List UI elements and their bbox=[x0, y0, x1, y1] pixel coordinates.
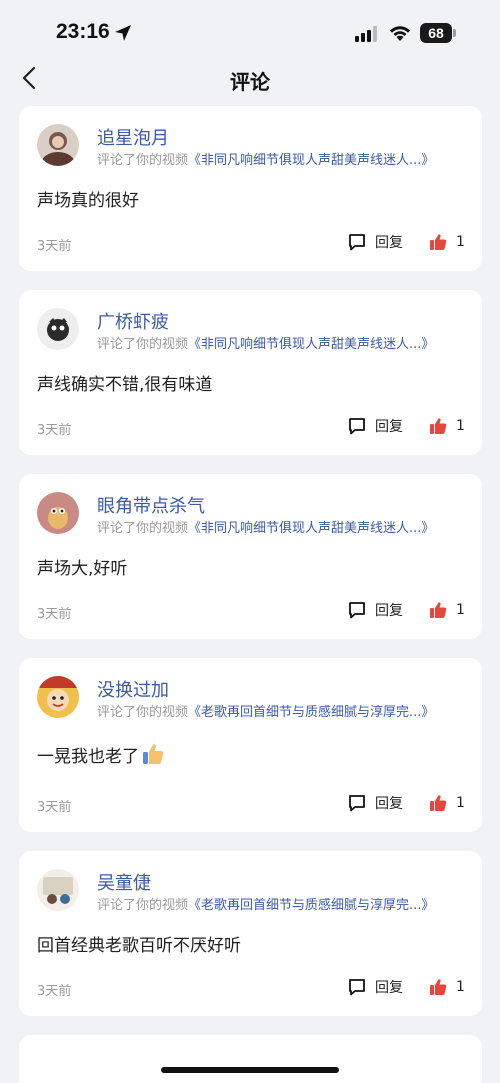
like-count: 1 bbox=[456, 795, 465, 811]
reply-bubble-icon bbox=[349, 418, 365, 435]
comment-meta: 评论了你的视频《老歌再回首细节与质感细腻与淳厚完...》 bbox=[97, 894, 477, 913]
comment-meta: 评论了你的视频《非同凡响细节俱现人声甜美声线迷人...》 bbox=[97, 333, 477, 352]
thumbs-up-icon bbox=[430, 795, 447, 811]
like-count: 1 bbox=[456, 602, 465, 618]
battery-level: 68 bbox=[420, 23, 452, 43]
location-arrow-icon bbox=[115, 25, 131, 41]
comment-text: 声场大,好听 bbox=[37, 559, 128, 579]
status-time: 23:16 bbox=[56, 20, 110, 43]
avatar[interactable] bbox=[37, 308, 79, 350]
comment-time: 3天前 bbox=[37, 800, 72, 815]
avatar[interactable] bbox=[37, 492, 79, 534]
thumbs-up-emoji-icon bbox=[143, 744, 164, 764]
reply-bubble-icon bbox=[349, 795, 365, 812]
comment-text: 声线确实不错,很有味道 bbox=[37, 375, 213, 395]
comment-action: 评论了你的视频 bbox=[97, 521, 189, 536]
reply-bubble-icon bbox=[349, 234, 365, 251]
battery-icon: 68 bbox=[420, 23, 456, 43]
reply-bubble-icon bbox=[349, 979, 365, 996]
comment-card: 广桥虾疲 评论了你的视频《非同凡响细节俱现人声甜美声线迷人...》 声线确实不错… bbox=[19, 290, 482, 455]
reply-bubble-icon bbox=[349, 602, 365, 619]
video-link[interactable]: 《非同凡响细节俱现人声甜美声线迷人...》 bbox=[188, 521, 434, 536]
comment-action: 评论了你的视频 bbox=[97, 337, 189, 352]
thumbs-up-icon bbox=[430, 979, 447, 995]
comment-card: 没换过加 评论了你的视频《老歌再回首细节与质感细腻与淳厚完...》 一晃我也老了… bbox=[19, 658, 482, 832]
comment-time: 3天前 bbox=[37, 239, 72, 254]
reply-label: 回复 bbox=[375, 796, 403, 812]
like-button[interactable]: 1 bbox=[429, 414, 465, 438]
reply-label: 回复 bbox=[375, 603, 403, 619]
reply-label: 回复 bbox=[375, 419, 403, 435]
status-bar: 23:16 68 bbox=[0, 0, 500, 64]
like-count: 1 bbox=[456, 979, 465, 995]
user-name[interactable]: 吴童倢 bbox=[97, 869, 151, 895]
comment-meta: 评论了你的视频《老歌再回首细节与质感细腻与淳厚完...》 bbox=[97, 701, 477, 720]
reply-label: 回复 bbox=[375, 980, 403, 996]
thumbs-up-icon bbox=[430, 602, 447, 618]
comment-time: 3天前 bbox=[37, 423, 72, 438]
thumbs-up-icon bbox=[430, 234, 447, 250]
comment-card: 眼角带点杀气 评论了你的视频《非同凡响细节俱现人声甜美声线迷人...》 声场大,… bbox=[19, 474, 482, 639]
signal-icon bbox=[355, 26, 377, 42]
like-count: 1 bbox=[456, 234, 465, 250]
reply-button[interactable]: 回复 bbox=[347, 791, 403, 815]
like-button[interactable]: 1 bbox=[429, 230, 465, 254]
comment-text: 声场真的很好 bbox=[37, 191, 139, 211]
comment-time: 3天前 bbox=[37, 984, 72, 999]
video-link[interactable]: 《老歌再回首细节与质感细腻与淳厚完...》 bbox=[188, 898, 434, 913]
page-title: 评论 bbox=[230, 70, 270, 94]
comment-time: 3天前 bbox=[37, 607, 72, 622]
like-button[interactable]: 1 bbox=[429, 791, 465, 815]
comment-text: 一晃我也老了 bbox=[37, 742, 165, 767]
user-name[interactable]: 眼角带点杀气 bbox=[97, 492, 205, 518]
home-indicator[interactable] bbox=[161, 1067, 339, 1073]
video-link[interactable]: 《老歌再回首细节与质感细腻与淳厚完...》 bbox=[188, 705, 434, 720]
comment-meta: 评论了你的视频《非同凡响细节俱现人声甜美声线迷人...》 bbox=[97, 149, 477, 168]
avatar[interactable] bbox=[37, 676, 79, 718]
comment-text: 回首经典老歌百听不厌好听 bbox=[37, 936, 241, 956]
like-button[interactable]: 1 bbox=[429, 975, 465, 999]
back-button[interactable] bbox=[18, 64, 42, 92]
user-name[interactable]: 没换过加 bbox=[97, 676, 169, 702]
comment-card: 追星泡月 评论了你的视频《非同凡响细节俱现人声甜美声线迷人...》 声场真的很好… bbox=[19, 106, 482, 271]
comment-list: 追星泡月 评论了你的视频《非同凡响细节俱现人声甜美声线迷人...》 声场真的很好… bbox=[19, 106, 482, 1083]
user-name[interactable]: 追星泡月 bbox=[97, 124, 169, 150]
comment-action: 评论了你的视频 bbox=[97, 153, 189, 168]
comment-card-partial bbox=[19, 1035, 482, 1083]
user-name[interactable]: 广桥虾疲 bbox=[97, 308, 169, 334]
reply-button[interactable]: 回复 bbox=[347, 414, 403, 438]
wifi-icon bbox=[390, 26, 410, 41]
avatar[interactable] bbox=[37, 124, 79, 166]
video-link[interactable]: 《非同凡响细节俱现人声甜美声线迷人...》 bbox=[188, 337, 434, 352]
like-button[interactable]: 1 bbox=[429, 598, 465, 622]
thumbs-up-icon bbox=[430, 418, 447, 434]
comment-text-body: 一晃我也老了 bbox=[37, 747, 139, 767]
video-link[interactable]: 《非同凡响细节俱现人声甜美声线迷人...》 bbox=[188, 153, 434, 168]
like-count: 1 bbox=[456, 418, 465, 434]
reply-button[interactable]: 回复 bbox=[347, 230, 403, 254]
nav-bar: 评论 bbox=[0, 58, 500, 98]
comment-action: 评论了你的视频 bbox=[97, 898, 189, 913]
comment-meta: 评论了你的视频《非同凡响细节俱现人声甜美声线迷人...》 bbox=[97, 517, 477, 536]
comment-action: 评论了你的视频 bbox=[97, 705, 189, 720]
reply-button[interactable]: 回复 bbox=[347, 975, 403, 999]
reply-button[interactable]: 回复 bbox=[347, 598, 403, 622]
reply-label: 回复 bbox=[375, 235, 403, 251]
avatar[interactable] bbox=[37, 869, 79, 911]
comment-card: 吴童倢 评论了你的视频《老歌再回首细节与质感细腻与淳厚完...》 回首经典老歌百… bbox=[19, 851, 482, 1016]
